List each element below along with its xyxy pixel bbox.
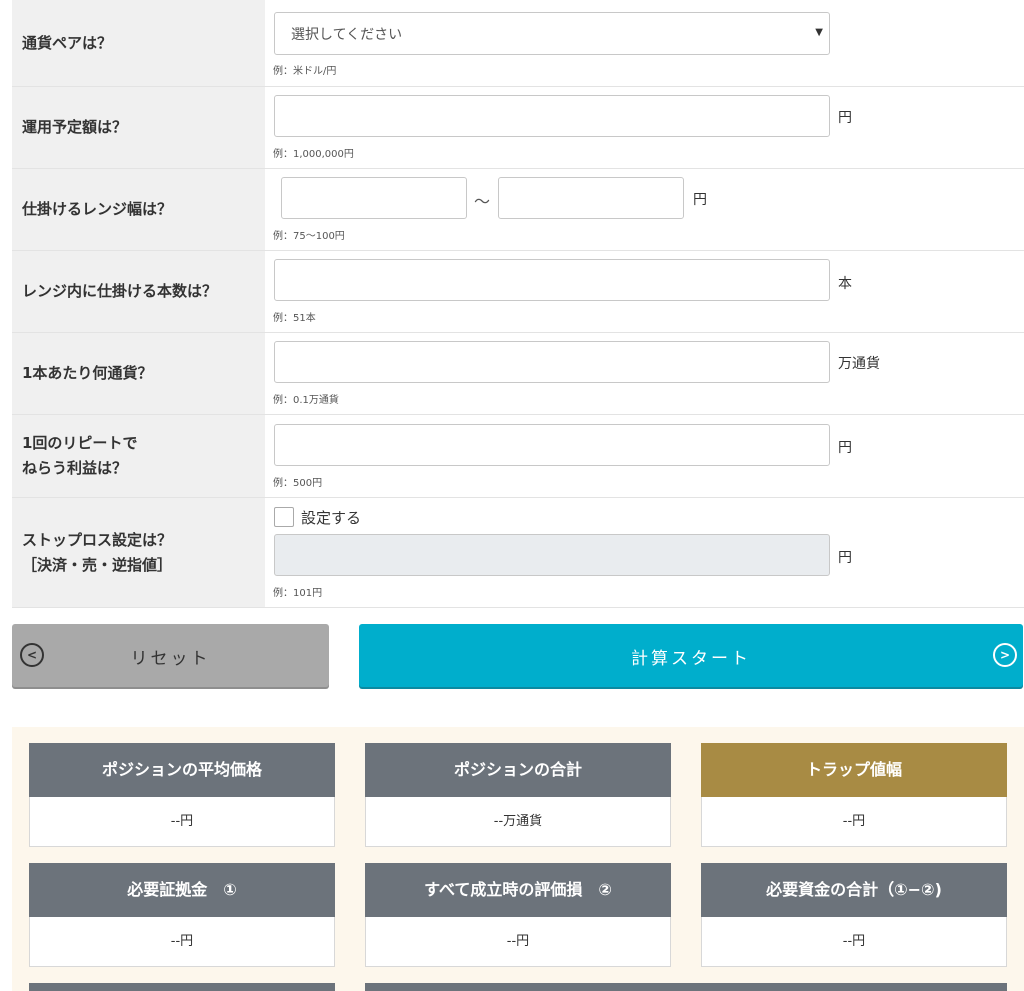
result-card-trap-width: トラップ値幅 --円 xyxy=(701,743,1007,847)
result-card-required-margin: 必要証拠金 ① --円 xyxy=(29,863,335,967)
input-cell: 万通貨 例：0.1万通貨 xyxy=(265,333,1024,414)
lot-hint: 例：0.1万通貨 xyxy=(273,395,339,406)
row-stoploss: ストップロス設定は？ ［決済・売・逆指値］ 設定する 円 例：101円 xyxy=(12,498,1024,608)
stoploss-checkbox[interactable] xyxy=(274,507,294,527)
label-cell: 1回のリピートで ねらう利益は？ xyxy=(12,415,265,497)
label-cell: レンジ内に仕掛ける本数は？ xyxy=(12,251,265,332)
chevron-right-circle-icon: > xyxy=(993,643,1017,667)
amount-hint: 例：1,000,000円 xyxy=(273,149,354,160)
calculate-button[interactable]: 計算スタート > xyxy=(359,624,1023,687)
range-from-input[interactable] xyxy=(281,177,467,219)
result-value: --円 xyxy=(701,917,1007,967)
result-title: すべて成立時の評価損 ② xyxy=(365,863,671,917)
profit-input[interactable] xyxy=(274,424,830,466)
label-cell: 運用予定額は？ xyxy=(12,87,265,168)
result-title: ポジションの合計 xyxy=(365,743,671,797)
result-card-position-total: ポジションの合計 --万通貨 xyxy=(365,743,671,847)
result-title-partial xyxy=(365,983,1007,991)
label-cell: 通貨ペアは？ xyxy=(12,0,265,86)
result-title: ポジションの平均価格 xyxy=(29,743,335,797)
result-title: 必要資金の合計（①−②) xyxy=(701,863,1007,917)
profit-label: 1回のリピートで ねらう利益は？ xyxy=(22,434,138,477)
reset-button-label: リセット xyxy=(130,649,211,669)
row-profit: 1回のリピートで ねらう利益は？ 円 例：500円 xyxy=(12,415,1024,498)
input-cell: 円 例：1,000,000円 xyxy=(265,87,1024,168)
input-cell: 選択してください ▼ 例：米ドル/円 xyxy=(265,0,1024,86)
stoploss-label: ストップロス設定は？ ［決済・売・逆指値］ xyxy=(22,530,173,574)
profit-unit: 円 xyxy=(838,440,852,456)
amount-input[interactable] xyxy=(274,95,830,137)
result-value: --円 xyxy=(365,917,671,967)
results-panel: ポジションの平均価格 --円 ポジションの合計 --万通貨 トラップ値幅 --円… xyxy=(12,727,1024,991)
result-card-partial xyxy=(29,983,335,991)
range-unit: 円 xyxy=(693,192,707,208)
amount-unit: 円 xyxy=(838,110,852,126)
row-count: レンジ内に仕掛ける本数は？ 本 例：51本 xyxy=(12,251,1024,333)
result-title: 必要証拠金 ① xyxy=(29,863,335,917)
lot-input[interactable] xyxy=(274,341,830,383)
calculate-button-label: 計算スタート xyxy=(631,649,751,669)
currency-pair-label: 通貨ペアは？ xyxy=(22,33,113,52)
stoploss-checkbox-label[interactable]: 設定する xyxy=(301,507,361,528)
range-hint: 例：75～100円 xyxy=(273,231,345,242)
result-value: --円 xyxy=(29,917,335,967)
count-unit: 本 xyxy=(838,276,852,292)
row-lot: 1本あたり何通貨？ 万通貨 例：0.1万通貨 xyxy=(12,333,1024,415)
result-card-average-price: ポジションの平均価格 --円 xyxy=(29,743,335,847)
result-value: --円 xyxy=(29,797,335,847)
row-currency-pair: 通貨ペアは？ 選択してください ▼ 例：米ドル/円 xyxy=(12,0,1024,87)
input-cell: 円 例：500円 xyxy=(265,415,1024,497)
range-separator: ～ xyxy=(474,192,491,211)
count-input[interactable] xyxy=(274,259,830,301)
caret-down-icon: ▼ xyxy=(815,27,823,38)
lot-unit: 万通貨 xyxy=(838,356,880,372)
input-cell: 本 例：51本 xyxy=(265,251,1024,332)
result-title: トラップ値幅 xyxy=(701,743,1007,797)
result-value: --円 xyxy=(701,797,1007,847)
stoploss-input[interactable] xyxy=(274,534,830,576)
result-title-partial xyxy=(29,983,335,991)
currency-pair-hint: 例：米ドル/円 xyxy=(273,66,337,77)
range-to-input[interactable] xyxy=(498,177,684,219)
result-card-required-funds: 必要資金の合計（①−②) --円 xyxy=(701,863,1007,967)
label-cell: 1本あたり何通貨？ xyxy=(12,333,265,414)
currency-pair-selected: 選択してください xyxy=(291,27,403,43)
label-cell: 仕掛けるレンジ幅は？ xyxy=(12,169,265,250)
result-card-partial-wide xyxy=(365,983,1007,991)
amount-label: 運用予定額は？ xyxy=(22,118,128,136)
reset-button[interactable]: < リセット xyxy=(12,624,329,687)
result-value: --万通貨 xyxy=(365,797,671,847)
range-label: 仕掛けるレンジ幅は？ xyxy=(22,200,173,218)
profit-hint: 例：500円 xyxy=(273,478,323,489)
input-cell: 設定する 円 例：101円 xyxy=(265,498,1024,607)
row-range: 仕掛けるレンジ幅は？ ～ 円 例：75～100円 xyxy=(12,169,1024,251)
result-card-unrealized-loss: すべて成立時の評価損 ② --円 xyxy=(365,863,671,967)
lot-label: 1本あたり何通貨？ xyxy=(22,364,153,382)
currency-pair-select[interactable]: 選択してください ▼ xyxy=(274,12,830,55)
stoploss-unit: 円 xyxy=(838,550,852,566)
input-cell: ～ 円 例：75～100円 xyxy=(265,169,1024,250)
count-hint: 例：51本 xyxy=(273,313,316,324)
label-cell: ストップロス設定は？ ［決済・売・逆指値］ xyxy=(12,498,265,607)
stoploss-hint: 例：101円 xyxy=(273,588,323,599)
count-label: レンジ内に仕掛ける本数は？ xyxy=(22,282,218,300)
row-amount: 運用予定額は？ 円 例：1,000,000円 xyxy=(12,87,1024,169)
